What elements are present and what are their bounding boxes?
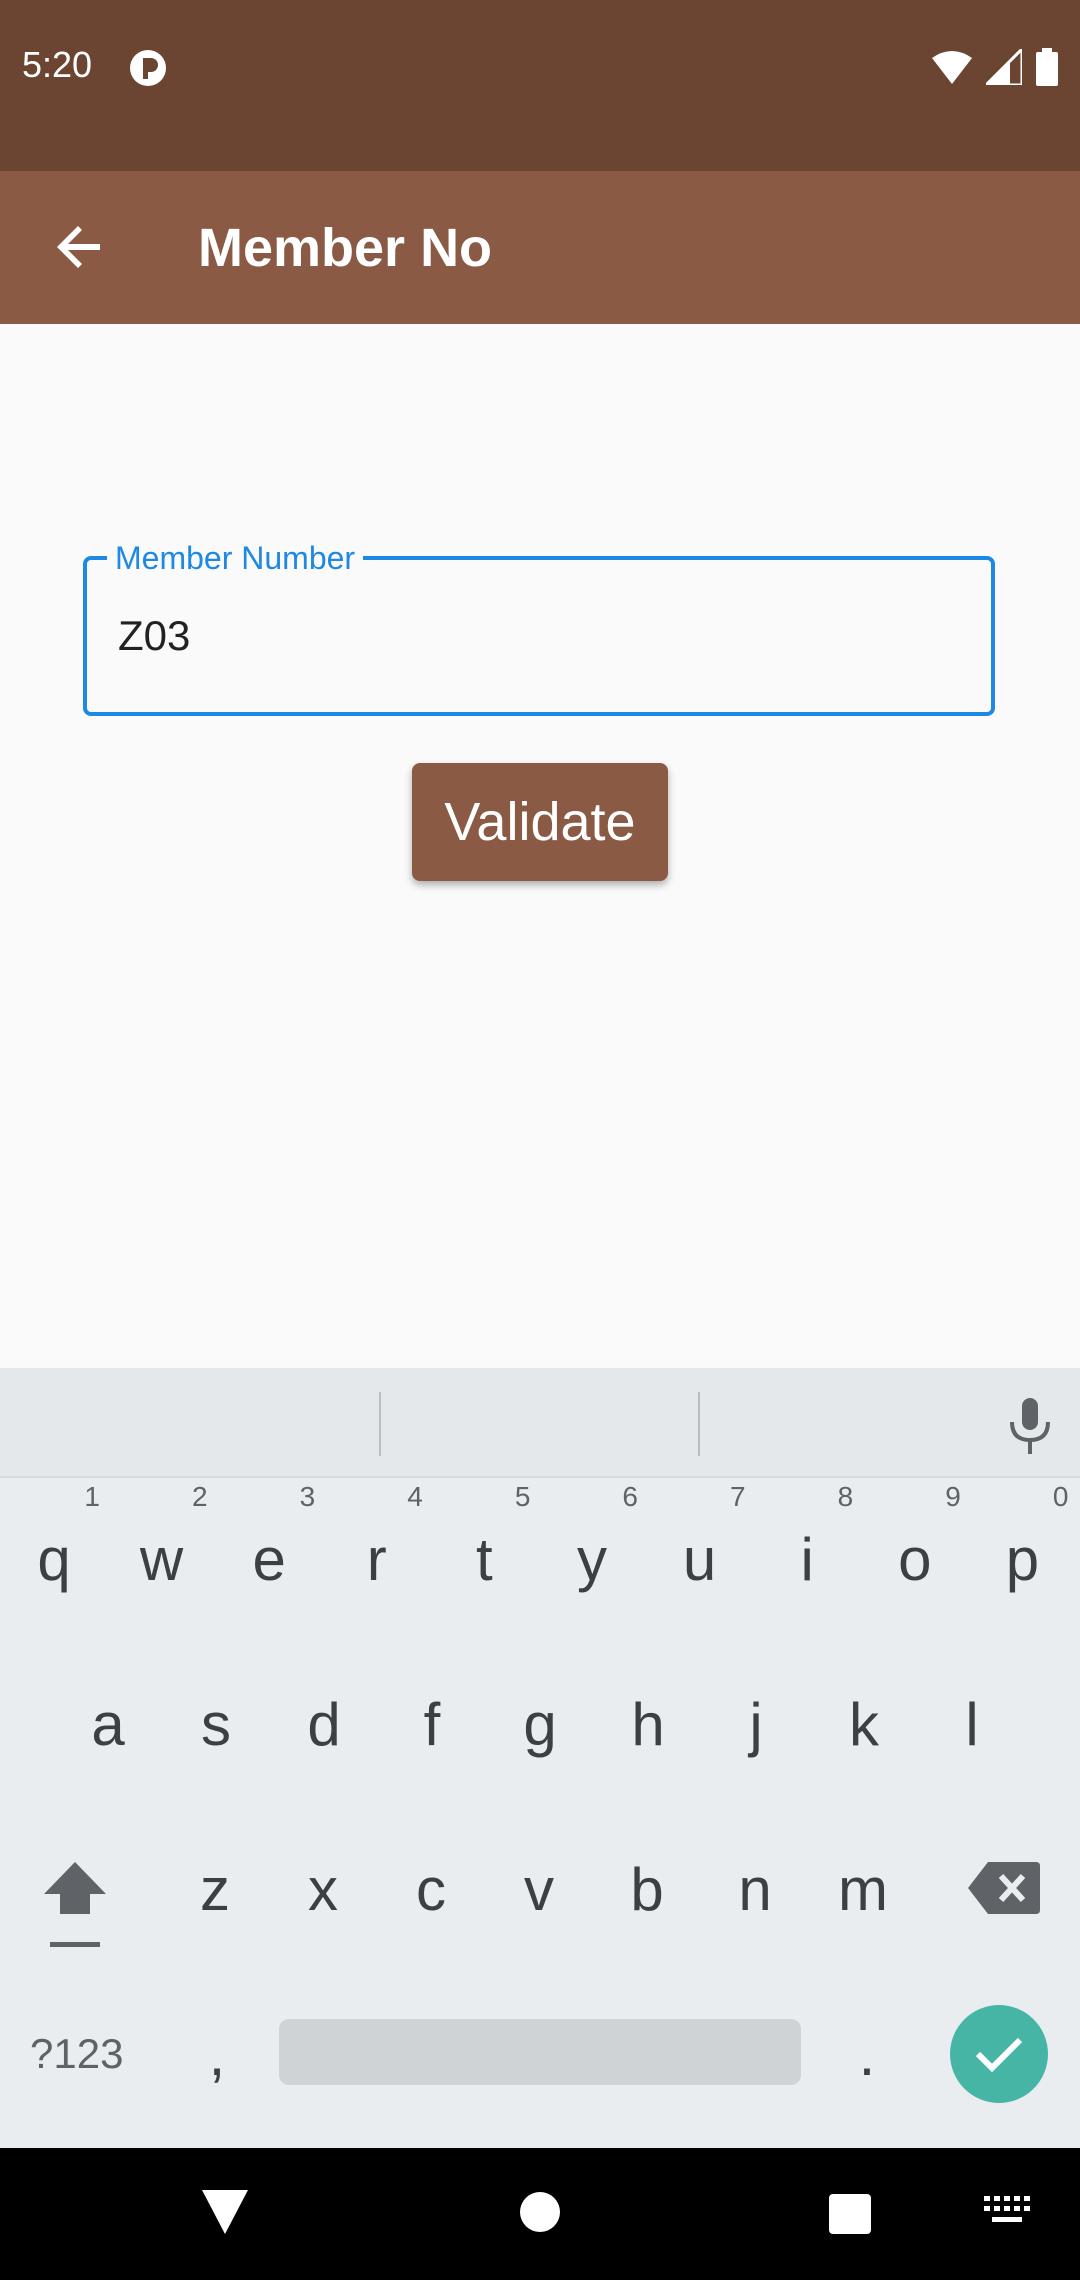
- shift-icon: [44, 1862, 106, 1947]
- key-d[interactable]: d: [294, 1690, 354, 1759]
- backspace-icon: [968, 1862, 1040, 1914]
- wifi-icon: [932, 51, 972, 84]
- key-e[interactable]: e3: [239, 1481, 316, 1594]
- page-title: Member No: [198, 218, 493, 278]
- key-j[interactable]: j: [726, 1690, 786, 1759]
- key-k[interactable]: k: [834, 1690, 894, 1759]
- key-hint: 5: [514, 1481, 531, 1512]
- keyboard-switch-icon[interactable]: [984, 2196, 1030, 2226]
- key-p[interactable]: p0: [992, 1481, 1069, 1594]
- key-hint: 2: [192, 1481, 208, 1512]
- key-a[interactable]: a: [78, 1690, 138, 1759]
- key-n[interactable]: n: [725, 1855, 785, 1924]
- app-notification-icon: [130, 50, 166, 86]
- key-hint: 7: [730, 1481, 746, 1512]
- status-bar: 5:20: [0, 0, 1080, 171]
- back-button[interactable]: [40, 207, 120, 287]
- period-key[interactable]: .: [852, 2020, 882, 2089]
- key-i[interactable]: i8: [777, 1481, 854, 1594]
- key-hint: 3: [299, 1481, 316, 1512]
- nav-recents-icon[interactable]: [829, 2194, 871, 2234]
- arrow-back-icon: [57, 226, 100, 268]
- key-c[interactable]: c: [401, 1855, 461, 1924]
- battery-icon: [1036, 48, 1058, 86]
- enter-key[interactable]: [950, 2005, 1048, 2103]
- key-o[interactable]: o9: [885, 1481, 961, 1594]
- key-s[interactable]: s: [186, 1690, 246, 1759]
- backspace-key[interactable]: [968, 1862, 1040, 1914]
- suggestion-divider: [379, 1392, 381, 1456]
- key-r[interactable]: r4: [347, 1481, 423, 1594]
- key-y[interactable]: y6: [562, 1481, 638, 1594]
- suggestion-divider: [698, 1392, 700, 1456]
- shift-key[interactable]: [40, 1858, 110, 1948]
- key-hint: 8: [837, 1481, 854, 1512]
- key-h[interactable]: h: [618, 1690, 678, 1759]
- nav-home-icon[interactable]: [520, 2192, 560, 2232]
- key-hint: 4: [407, 1481, 423, 1512]
- microphone-icon[interactable]: [1004, 1396, 1056, 1456]
- key-w[interactable]: w2: [132, 1481, 208, 1594]
- comma-key[interactable]: ,: [202, 2020, 232, 2089]
- key-z[interactable]: z: [185, 1855, 245, 1924]
- nav-back-icon[interactable]: [200, 2188, 250, 2236]
- key-l[interactable]: l: [942, 1690, 1002, 1759]
- key-v[interactable]: v: [509, 1855, 569, 1924]
- suggestion-strip: [0, 1368, 1080, 1478]
- space-bar[interactable]: [279, 2019, 801, 2085]
- navigation-bar: [0, 2148, 1080, 2280]
- key-f[interactable]: f: [402, 1690, 462, 1759]
- key-hint: 9: [945, 1481, 961, 1512]
- key-b[interactable]: b: [617, 1855, 677, 1924]
- key-x[interactable]: x: [293, 1855, 353, 1924]
- cellular-signal-icon: [986, 49, 1022, 85]
- app-bar: Member No: [0, 171, 1080, 324]
- key-q[interactable]: q1: [24, 1481, 100, 1594]
- key-g[interactable]: g: [510, 1690, 570, 1759]
- key-hint: 0: [1052, 1481, 1069, 1512]
- member-number-label: Member Number: [107, 538, 364, 578]
- key-hint: 6: [622, 1481, 638, 1512]
- key-m[interactable]: m: [833, 1855, 893, 1924]
- check-icon: [975, 2037, 1023, 2073]
- key-hint: 1: [84, 1481, 100, 1512]
- symbols-key[interactable]: ?123: [30, 2030, 123, 2078]
- status-time: 5:20: [22, 44, 93, 85]
- validate-button[interactable]: Validate: [412, 763, 668, 881]
- member-number-input[interactable]: [116, 600, 980, 672]
- key-u[interactable]: u7: [670, 1481, 746, 1594]
- key-t[interactable]: t5: [454, 1481, 530, 1594]
